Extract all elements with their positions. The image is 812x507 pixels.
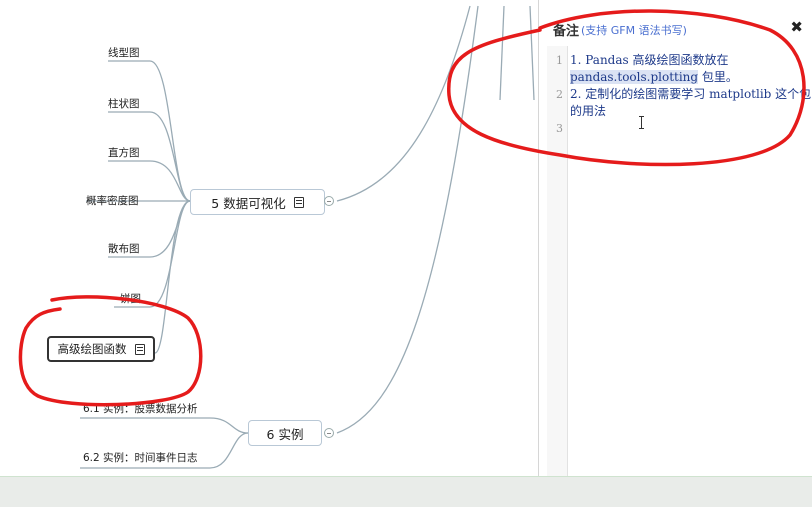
editor-line: 2. 定制化的绘图需要学习 matplotlib 这个包 bbox=[570, 86, 811, 103]
notes-header: 备注 (支持 GFM 语法书写) ✖ bbox=[539, 16, 812, 44]
notes-gfm-hint: (支持 GFM 语法书写) bbox=[581, 24, 687, 37]
node-label: 高级绘图函数 bbox=[57, 342, 127, 356]
line-number-gutter: 1 2 3 bbox=[547, 46, 568, 476]
close-icon[interactable]: ✖ bbox=[790, 18, 803, 36]
note-icon[interactable] bbox=[293, 196, 304, 208]
collapse-toggle-icon[interactable] bbox=[324, 428, 334, 438]
node-label: 5 数据可视化 bbox=[211, 195, 286, 211]
status-bar bbox=[0, 476, 812, 507]
leaf-scatter-plot[interactable]: 散布图 bbox=[108, 242, 140, 256]
editor-line: 1. Pandas 高级绘图函数放在 bbox=[570, 52, 729, 69]
node-examples[interactable]: 6 实例 bbox=[248, 420, 322, 446]
leaf-density-plot[interactable]: 概率密度图 bbox=[86, 194, 139, 208]
text: 2. 定制化的绘图需要学习 matplotlib 这个包 bbox=[570, 87, 812, 101]
node-data-visualization[interactable]: 5 数据可视化 bbox=[190, 189, 325, 215]
text: 1. Pandas 高级绘图函数放在 bbox=[570, 53, 729, 67]
leaf-line-chart[interactable]: 线型图 bbox=[108, 46, 140, 60]
node-label: 6 实例 bbox=[266, 426, 304, 442]
line-number: 1 bbox=[556, 54, 563, 67]
text-cursor-icon bbox=[639, 116, 644, 129]
editor-line: 的用法 bbox=[570, 103, 606, 120]
node-advanced-plotting-functions[interactable]: 高级绘图函数 bbox=[47, 336, 155, 362]
leaf-stock-analysis[interactable]: 6.1 实例：股票数据分析 bbox=[83, 402, 198, 416]
leaf-histogram[interactable]: 直方图 bbox=[108, 146, 140, 160]
editor-line: pandas.tools.plotting 包里。 bbox=[570, 69, 738, 86]
leaf-pie-chart[interactable]: 饼图 bbox=[120, 292, 141, 306]
leaf-bar-chart[interactable]: 柱状图 bbox=[108, 97, 140, 111]
note-icon[interactable] bbox=[134, 343, 145, 355]
collapse-toggle-icon[interactable] bbox=[324, 196, 334, 206]
mindmap-links bbox=[80, 5, 535, 469]
line-number: 3 bbox=[556, 122, 563, 135]
text: 的用法 bbox=[570, 104, 607, 118]
line-number: 2 bbox=[556, 88, 563, 101]
leaf-event-log[interactable]: 6.2 实例：时间事件日志 bbox=[83, 451, 198, 465]
mindmap-canvas[interactable]: 线型图 柱状图 直方图 概率密度图 散布图 饼图 高级绘图函数 5 数据可视化 … bbox=[0, 0, 538, 476]
text: 包里。 bbox=[698, 70, 738, 84]
selected-text: pandas.tools.plotting bbox=[570, 70, 699, 84]
notes-title: 备注 bbox=[553, 24, 580, 39]
notes-panel: 备注 (支持 GFM 语法书写) ✖ 1 2 3 1. Pandas 高级绘图函… bbox=[538, 0, 812, 476]
